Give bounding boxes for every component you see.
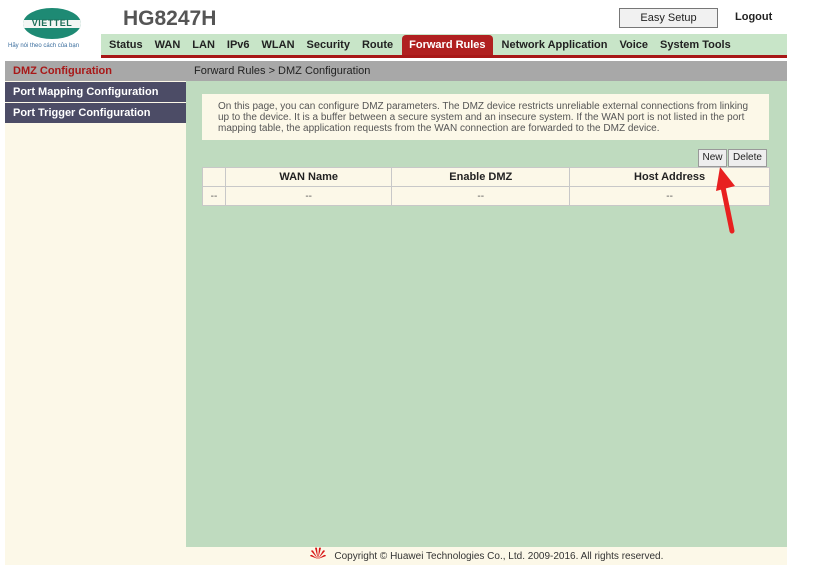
nav-wlan[interactable]: WLAN xyxy=(256,35,301,55)
nav-lan[interactable]: LAN xyxy=(186,35,221,55)
sidebar-item-port-trigger[interactable]: Port Trigger Configuration xyxy=(5,103,186,123)
logo-text: VIETTEL xyxy=(31,18,73,28)
nav-status[interactable]: Status xyxy=(103,35,149,55)
header: VIETTEL Hãy nói theo cách của bạn HG8247… xyxy=(5,5,787,60)
nav-divider xyxy=(101,55,787,58)
sidebar-item-port-mapping[interactable]: Port Mapping Configuration xyxy=(5,82,186,102)
nav-security[interactable]: Security xyxy=(301,35,356,55)
easy-setup-button[interactable]: Easy Setup xyxy=(619,8,718,28)
table-cell: -- xyxy=(224,186,393,206)
dmz-table: WAN Name Enable DMZ Host Address -- -- -… xyxy=(202,167,770,206)
column-header-enable-dmz: Enable DMZ xyxy=(391,167,571,187)
slogan: Hãy nói theo cách của bạn xyxy=(8,43,80,49)
page-frame: VIETTEL Hãy nói theo cách của bạn HG8247… xyxy=(5,5,787,565)
main-nav: Status WAN LAN IPv6 WLAN Security Route … xyxy=(103,35,737,55)
viettel-logo: VIETTEL Hãy nói theo cách của bạn xyxy=(5,5,101,57)
nav-wan[interactable]: WAN xyxy=(149,35,187,55)
table-row: -- -- -- -- xyxy=(202,186,770,206)
sidebar-item-dmz-configuration[interactable]: DMZ Configuration xyxy=(5,61,186,81)
footer: Copyright © Huawei Technologies Co., Ltd… xyxy=(186,547,787,565)
nav-route[interactable]: Route xyxy=(356,35,399,55)
nav-voice[interactable]: Voice xyxy=(613,35,654,55)
page-description: On this page, you can configure DMZ para… xyxy=(202,94,769,140)
huawei-logo-icon xyxy=(309,547,326,566)
sidebar: DMZ Configuration Port Mapping Configura… xyxy=(5,61,186,565)
red-arrow-annotation xyxy=(716,167,735,234)
table-cell: -- xyxy=(391,186,571,206)
table-cell: -- xyxy=(202,186,226,206)
nav-network-application[interactable]: Network Application xyxy=(496,35,614,55)
viettel-logo-icon: VIETTEL xyxy=(23,8,81,39)
nav-ipv6[interactable]: IPv6 xyxy=(221,35,256,55)
table-header-row: WAN Name Enable DMZ Host Address xyxy=(202,167,770,187)
column-header-select xyxy=(202,167,226,187)
column-header-wan-name: WAN Name xyxy=(224,167,393,187)
copyright-text: Copyright © Huawei Technologies Co., Ltd… xyxy=(334,551,664,563)
nav-system-tools[interactable]: System Tools xyxy=(654,35,737,55)
main-content: Forward Rules > DMZ Configuration On thi… xyxy=(186,61,787,547)
breadcrumb: Forward Rules > DMZ Configuration xyxy=(186,61,787,81)
nav-forward-rules[interactable]: Forward Rules xyxy=(402,35,493,55)
device-model: HG8247H xyxy=(123,7,217,30)
logout-link[interactable]: Logout xyxy=(735,11,772,23)
